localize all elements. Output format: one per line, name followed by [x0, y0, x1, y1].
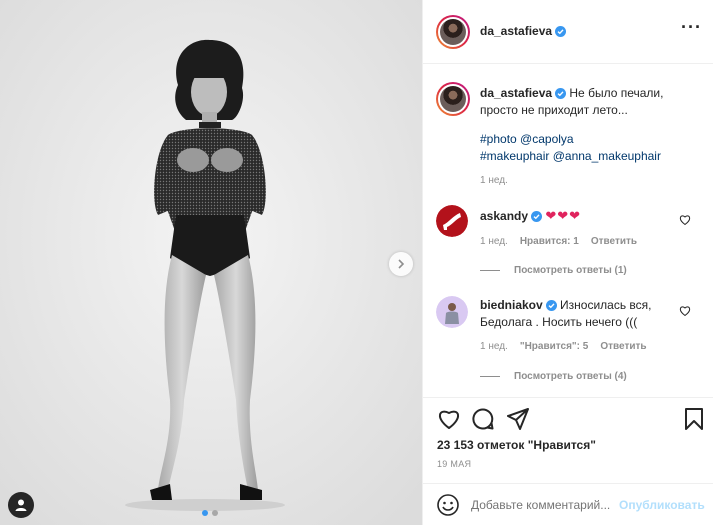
post-date[interactable]: 19 МАЯ [437, 459, 471, 469]
like-heart-icon[interactable] [437, 408, 461, 430]
publish-button[interactable]: Опубликовать [619, 498, 705, 512]
reply-button[interactable]: Ответить [600, 341, 646, 352]
mention-link[interactable]: @anna_makeuphair [553, 149, 661, 163]
post-sidebar: da_astafieva ··· da_astafieva Не было пе… [422, 0, 713, 525]
author-username-text[interactable]: da_astafieva [480, 24, 552, 38]
comment-meta: 1 нед. "Нравится": 5 Ответить [480, 341, 647, 352]
like-comment-heart-icon[interactable] [679, 305, 691, 317]
caption-text: da_astafieva Не было печали, просто не п… [480, 85, 704, 119]
comment-timestamp[interactable]: 1 нед. [480, 236, 508, 247]
verified-badge-icon [555, 88, 567, 99]
comment-username[interactable]: askandy [480, 209, 528, 223]
comment-likes[interactable]: Нравится: 1 [520, 236, 579, 247]
share-send-icon[interactable] [507, 408, 529, 430]
like-comment-heart-icon[interactable] [679, 214, 691, 226]
comment-body: ❤❤❤ [545, 208, 582, 223]
tagged-users-button[interactable] [8, 492, 34, 518]
comment-text: biedniakov Износилась вся, Бедолага . Но… [480, 297, 680, 331]
caption-timestamp[interactable]: 1 нед. [480, 175, 508, 186]
verified-badge-icon [545, 300, 557, 311]
bookmark-icon[interactable] [685, 408, 703, 430]
comment-likes[interactable]: "Нравится": 5 [520, 341, 589, 352]
caption-avatar[interactable] [436, 82, 470, 116]
likes-count[interactable]: 23 153 отметок "Нравится" [437, 438, 596, 452]
add-comment-bar: Опубликовать [423, 483, 713, 525]
caption-tags: #photo @capolya #makeuphair @anna_makeup… [480, 131, 661, 165]
chevron-right-icon [398, 259, 405, 269]
commenter-avatar[interactable] [436, 296, 468, 328]
user-icon [15, 499, 27, 511]
carousel-dot-active [202, 510, 208, 516]
comment-text: askandy ❤❤❤ [480, 207, 680, 225]
hashtag-link[interactable]: #photo [480, 132, 517, 146]
verified-badge-icon [531, 211, 543, 222]
comment-bubble-icon[interactable] [472, 408, 494, 430]
emoji-smiley-icon[interactable] [437, 494, 459, 516]
verified-badge-icon [555, 26, 567, 37]
caption-username[interactable]: da_astafieva [480, 86, 552, 100]
replies-divider [480, 270, 500, 271]
more-options-icon[interactable]: ··· [681, 18, 702, 36]
post-actions: 23 153 отметок "Нравится" 19 МАЯ [423, 397, 713, 483]
author-avatar[interactable] [436, 15, 470, 49]
post-header: da_astafieva ··· [423, 0, 713, 64]
comment-timestamp[interactable]: 1 нед. [480, 341, 508, 352]
mention-link[interactable]: @capolya [520, 132, 574, 146]
view-replies-label[interactable]: Посмотреть ответы (1) [514, 265, 627, 276]
post-photo [0, 0, 422, 525]
author-username[interactable]: da_astafieva [480, 24, 567, 38]
view-replies-button[interactable]: Посмотреть ответы (4) [480, 371, 627, 382]
replies-divider [480, 376, 500, 377]
carousel-indicator [202, 510, 218, 516]
carousel-dot [212, 510, 218, 516]
view-replies-button[interactable]: Посмотреть ответы (1) [480, 265, 627, 276]
comment-input[interactable] [471, 498, 621, 512]
instagram-post: da_astafieva ··· da_astafieva Не было пе… [0, 0, 713, 525]
post-media[interactable] [0, 0, 422, 525]
comment-username[interactable]: biedniakov [480, 298, 543, 312]
hashtag-link[interactable]: #makeuphair [480, 149, 549, 163]
view-replies-label[interactable]: Посмотреть ответы (4) [514, 371, 627, 382]
reply-button[interactable]: Ответить [591, 236, 637, 247]
commenter-avatar[interactable] [436, 205, 468, 237]
comment-meta: 1 нед. Нравится: 1 Ответить [480, 236, 637, 247]
next-slide-button[interactable] [389, 252, 413, 276]
